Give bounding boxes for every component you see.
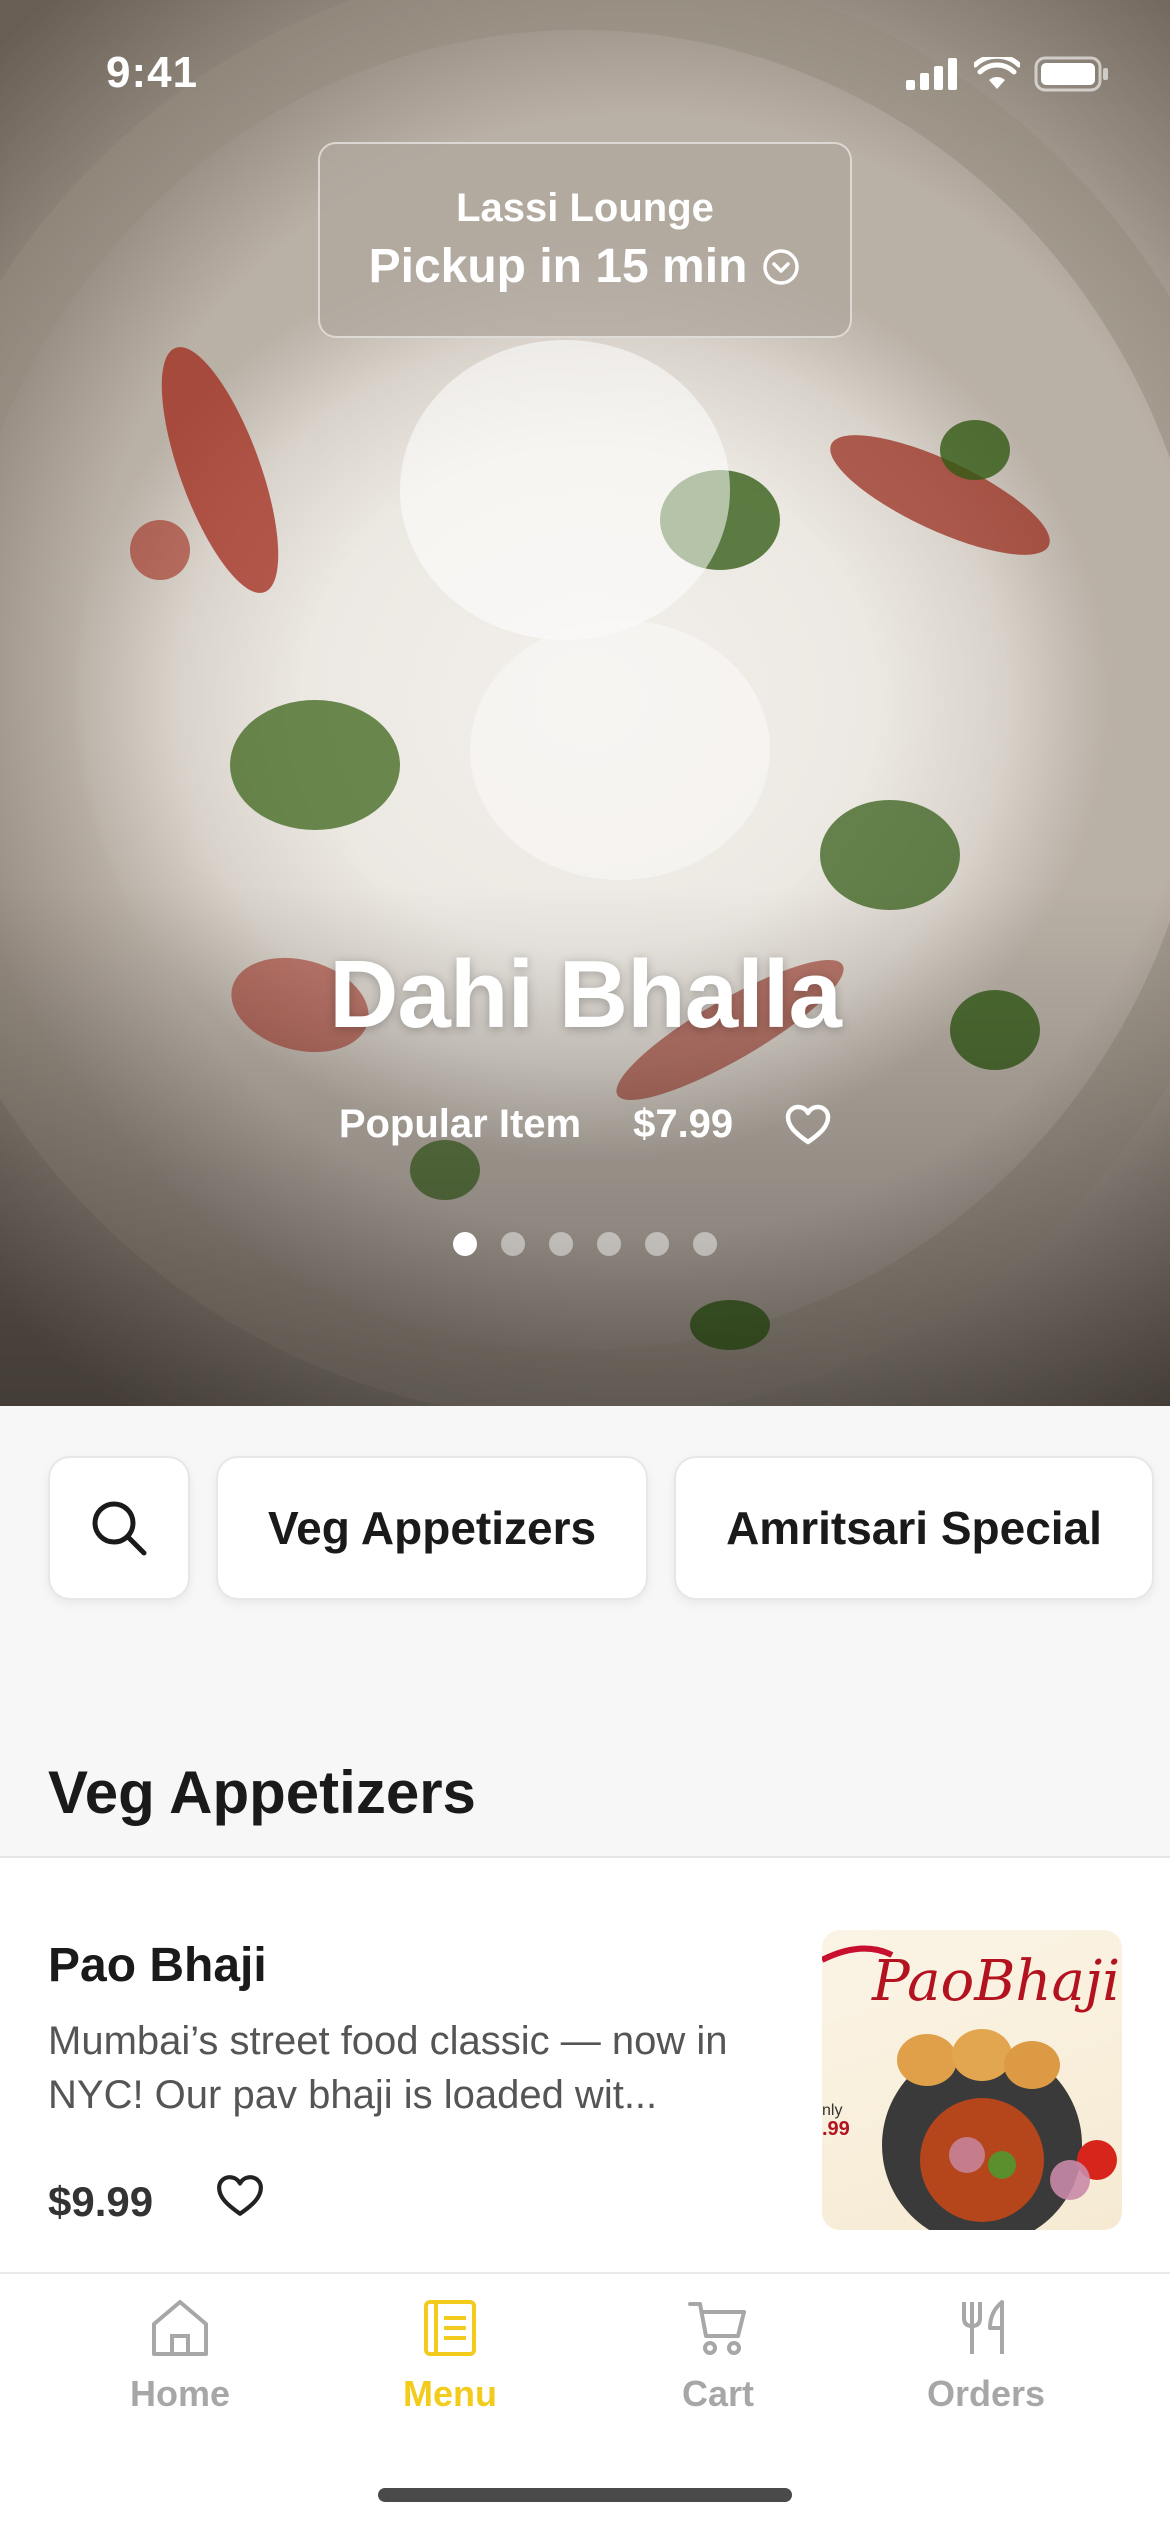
pickup-time-row: Pickup in 15 min — [320, 239, 850, 294]
tab-label: Home — [129, 2373, 231, 2414]
pickup-time: Pickup in 15 min — [368, 240, 748, 293]
cart-icon — [688, 2302, 746, 2355]
item-description: Mumbai’s street food classic — now in NY… — [48, 2019, 728, 2117]
carousel-dot[interactable] — [453, 1232, 477, 1256]
favorite-heart-icon[interactable] — [785, 1104, 831, 1146]
carousel-pagination[interactable] — [0, 1232, 1170, 1256]
tab-label: Menu — [403, 2373, 497, 2414]
search-button[interactable] — [48, 1456, 190, 1600]
chevron-down-circle-icon — [763, 248, 800, 285]
tab-label: Orders — [926, 2373, 1046, 2414]
category-chip-amritsari-special[interactable]: Amritsari Special — [674, 1456, 1154, 1600]
favorite-heart-icon[interactable] — [216, 2174, 264, 2218]
carousel-dot[interactable] — [645, 1232, 669, 1256]
section-title: Veg Appetizers — [48, 1759, 476, 1826]
tab-orders[interactable]: Orders — [876, 2298, 1096, 2415]
popular-tag: Popular Item — [338, 1102, 582, 1146]
status-icons — [906, 56, 1110, 92]
utensils-icon — [962, 2300, 1004, 2354]
carousel-dot[interactable] — [693, 1232, 717, 1256]
hero-item-title: Dahi Bhalla — [329, 941, 842, 1048]
search-icon — [92, 1501, 147, 1556]
status-time: 9:41 — [106, 48, 199, 97]
hero-banner[interactable]: 9:41 Lassi Lounge Pickup in 15 min Dahi … — [0, 0, 1170, 1406]
cellular-signal-icon — [906, 58, 957, 90]
section-header: Veg Appetizers — [0, 1646, 1170, 1858]
home-indicator — [378, 2488, 792, 2502]
hero-item-price: $7.99 — [633, 1102, 734, 1146]
tab-home[interactable]: Home — [70, 2298, 290, 2415]
item-image: PaoBhaji nly .99 — [822, 1930, 1122, 2230]
pao-bhaji-image: PaoBhaji nly .99 — [822, 1945, 1120, 2230]
restaurant-name: Lassi Lounge — [456, 186, 714, 230]
pickup-selector[interactable]: Lassi Lounge Pickup in 15 min — [318, 142, 852, 338]
image-logo-text: PaoBhaji — [871, 1949, 1120, 2014]
carousel-dot[interactable] — [597, 1232, 621, 1256]
category-chip-veg-appetizers[interactable]: Veg Appetizers — [216, 1456, 649, 1600]
category-chips: Veg Appetizers Amritsari Special — [48, 1456, 1154, 1600]
status-bar: 9:41 — [0, 0, 1170, 150]
menu-icon — [424, 2300, 476, 2356]
image-offer-top: nly — [822, 2102, 842, 2119]
home-icon — [152, 2300, 208, 2356]
hero-item-meta: Popular Item $7.99 — [0, 1102, 1170, 1147]
carousel-dot[interactable] — [501, 1232, 525, 1256]
carousel-dot[interactable] — [549, 1232, 573, 1256]
category-bar: Veg Appetizers Amritsari Special — [0, 1406, 1170, 1646]
tab-cart[interactable]: Cart — [608, 2298, 828, 2415]
item-price: $9.99 — [48, 2178, 154, 2225]
wifi-icon — [974, 57, 1020, 89]
tab-menu[interactable]: Menu — [340, 2298, 560, 2415]
image-offer-price: .99 — [822, 2118, 850, 2140]
menu-item-card[interactable]: Pao Bhaji Mumbai’s street food classic —… — [0, 1858, 1170, 2272]
tab-label: Cart — [681, 2373, 755, 2414]
item-name: Pao Bhaji — [48, 1939, 267, 1992]
battery-icon — [1034, 56, 1108, 92]
